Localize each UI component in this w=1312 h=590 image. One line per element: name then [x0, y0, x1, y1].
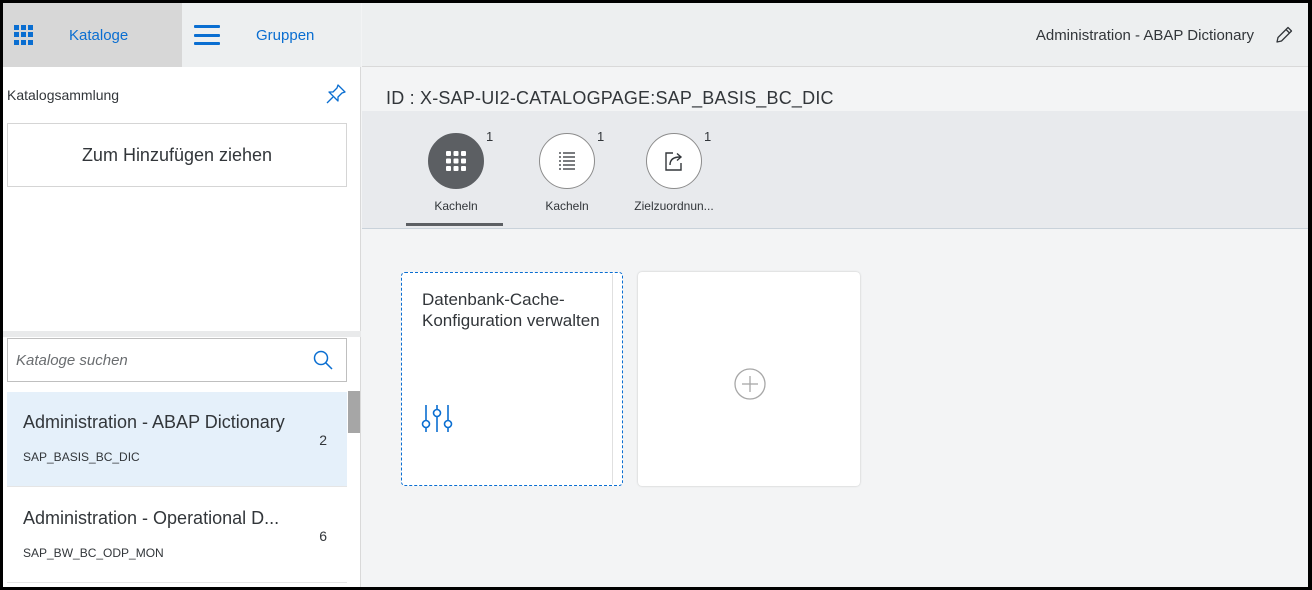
catalog-count: 6 — [319, 528, 327, 544]
catalog-pane: Kataloge Gruppen Katalogsammlung Zum Hin… — [3, 3, 361, 587]
catalog-id: SAP_BW_BC_ODP_MON — [23, 546, 164, 560]
tile-divider — [612, 274, 613, 484]
tab-label: Kacheln — [434, 199, 478, 213]
catalog-count: 2 — [319, 432, 327, 448]
collection-title: Katalogsammlung — [7, 87, 120, 103]
page-header: Administration - ABAP Dictionary — [362, 3, 1308, 67]
catalog-id-bar: ID : X-SAP-UI2-CATALOGPAGE:SAP_BASIS_BC_… — [362, 67, 1308, 111]
add-tile-button[interactable] — [638, 272, 860, 486]
add-icon — [734, 368, 766, 400]
tiles-icon — [446, 151, 466, 171]
list-scrollbar[interactable] — [348, 391, 360, 433]
catalog-list-item[interactable]: Administration - Operational D... SAP_BW… — [7, 488, 347, 583]
list-icon-circle — [539, 133, 595, 189]
catalog-list-item[interactable]: Administration - ABAP Dictionary SAP_BAS… — [7, 392, 347, 487]
pane-splitter[interactable] — [3, 331, 361, 337]
tab-count-badge: 1 — [597, 129, 605, 144]
tiles-icon-circle — [428, 133, 484, 189]
tab-label: Zielzuordnun... — [634, 199, 714, 213]
tab-kataloge-label: Kataloge — [69, 26, 129, 44]
search-input[interactable]: Kataloge suchen — [16, 352, 312, 369]
pin-icon[interactable] — [325, 83, 347, 105]
catalog-page-id: ID : X-SAP-UI2-CATALOGPAGE:SAP_BASIS_BC_… — [386, 88, 834, 108]
tile-title: Datenbank-Cache-Konfiguration verwalten — [422, 290, 600, 330]
pane-tabs: Kataloge Gruppen — [3, 3, 361, 67]
tab-count-badge: 1 — [486, 129, 494, 144]
app-tile[interactable]: Datenbank-Cache-Konfiguration verwalten — [401, 272, 623, 486]
selected-tab-underline — [406, 223, 503, 226]
tab-kacheln-tiles[interactable]: 1 Kacheln — [406, 125, 506, 215]
app-frame: Kataloge Gruppen Katalogsammlung Zum Hin… — [3, 3, 1308, 587]
tab-label: Kacheln — [545, 199, 589, 213]
tab-gruppen[interactable]: Gruppen — [182, 3, 361, 67]
icon-tab-bar: 1 Kacheln 1 Kacheln 1 Zielzuordnun... — [362, 111, 1308, 229]
search-icon[interactable] — [312, 349, 334, 371]
drop-zone-label: Zum Hinzufügen ziehen — [81, 144, 273, 165]
catalog-id: SAP_BASIS_BC_DIC — [23, 450, 140, 464]
share-icon — [665, 152, 683, 171]
page-title: Administration - ABAP Dictionary — [1035, 27, 1254, 44]
settings-sliders-icon — [421, 405, 453, 432]
drop-zone[interactable]: Zum Hinzufügen ziehen — [7, 123, 347, 187]
tab-kataloge[interactable]: Kataloge — [3, 3, 182, 67]
catalog-title: Administration - ABAP Dictionary — [23, 412, 285, 432]
share-icon-circle — [646, 133, 702, 189]
tab-count-badge: 1 — [704, 129, 712, 144]
grid-icon — [14, 25, 34, 45]
edit-icon[interactable] — [1274, 25, 1294, 45]
tab-kacheln-list[interactable]: 1 Kacheln — [517, 125, 617, 215]
list-icon — [559, 152, 575, 170]
menu-icon — [194, 25, 220, 45]
catalog-search[interactable]: Kataloge suchen — [7, 338, 347, 382]
tab-zielzuordnung[interactable]: 1 Zielzuordnun... — [624, 125, 724, 215]
catalog-title: Administration - Operational D... — [23, 508, 280, 528]
tab-gruppen-label: Gruppen — [256, 26, 315, 44]
